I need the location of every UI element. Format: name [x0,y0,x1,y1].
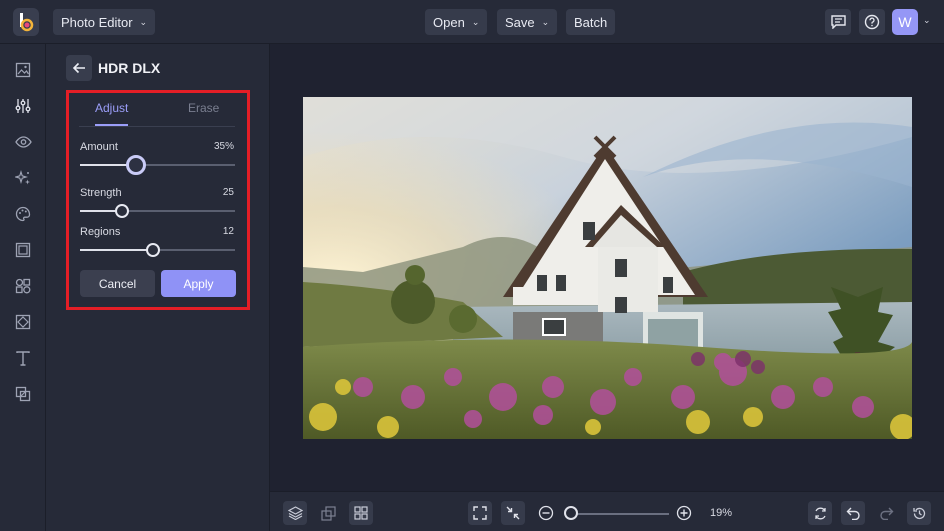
strength-value: 25 [222,187,234,198]
photo[interactable] [303,97,912,439]
zoom-level: 19% [710,507,733,519]
tab-divider [79,126,235,127]
strength-slider[interactable] [80,204,235,218]
app-menu-label: Photo Editor [61,14,133,30]
batch-button[interactable]: Batch [566,9,616,35]
canvas-area [270,44,944,491]
amount-value: 35% [213,141,234,152]
frame-icon[interactable] [11,238,35,262]
sliders-icon[interactable] [11,94,35,118]
history-button[interactable] [907,501,931,525]
history-icon [912,507,925,519]
shapes-icon[interactable] [11,274,35,298]
tab-active-indicator [95,124,128,126]
grid-icon [354,506,368,520]
layers-icon [287,506,303,520]
arrow-left-icon [72,62,85,74]
compare-icon [320,505,336,521]
chevron-down-icon[interactable]: ⌄ [923,15,931,26]
zoom-slider[interactable] [569,513,669,515]
shrink-icon [506,506,520,520]
feedback-button[interactable] [825,9,851,35]
tool-rail [0,44,46,531]
open-label: Open [433,14,465,30]
zoom-in-button[interactable] [674,503,694,523]
app-menu-button[interactable]: Photo Editor ⌄ [53,9,156,35]
tab-adjust[interactable]: Adjust [95,101,128,115]
layers-button[interactable] [283,501,307,525]
strength-label: Strength [80,187,122,199]
cancel-button[interactable]: Cancel [80,270,155,297]
amount-label: Amount [80,141,118,153]
apply-button[interactable]: Apply [161,270,236,297]
actual-size-button[interactable] [501,501,525,525]
regions-slider-thumb[interactable] [145,243,160,257]
redo-icon [879,507,893,520]
expand-icon [473,506,487,520]
amount-slider[interactable] [80,155,235,175]
text-icon[interactable] [11,346,35,370]
regions-slider[interactable] [80,243,235,257]
overlay-icon[interactable] [11,382,35,406]
redo-button[interactable] [874,501,898,525]
sparkle-icon[interactable] [11,166,35,190]
save-label: Save [505,14,535,30]
texture-icon[interactable] [11,310,35,334]
regions-value: 12 [222,226,234,237]
comment-icon [830,15,846,29]
grid-button[interactable] [349,501,373,525]
zoom-out-button[interactable] [536,503,556,523]
avatar[interactable]: W [892,9,918,35]
regions-slider-fill [80,249,153,251]
open-button[interactable]: Open ⌄ [425,9,488,35]
save-button[interactable]: Save ⌄ [497,9,558,35]
help-icon [864,14,880,30]
palette-icon[interactable] [11,202,35,226]
top-bar: Photo Editor ⌄ Open ⌄ Save ⌄ Batch W ⌄ [0,0,944,44]
amount-slider-thumb[interactable] [125,155,146,175]
chevron-down-icon: ⌄ [541,16,550,27]
chevron-down-icon: ⌄ [139,16,148,27]
plus-circle-icon [676,505,692,521]
chevron-down-icon: ⌄ [471,16,480,27]
regions-label: Regions [80,226,121,238]
help-button[interactable] [859,9,885,35]
undo-button[interactable] [841,501,865,525]
hdr-panel: HDR DLX Adjust Erase Amount 35% Strength… [46,44,270,531]
rotate-button[interactable] [808,501,832,525]
logo-icon[interactable] [13,8,39,36]
eye-icon[interactable] [11,130,35,154]
compare-button[interactable] [316,501,340,525]
minus-circle-icon [538,505,554,521]
zoom-slider-thumb[interactable] [564,506,578,520]
panel-title: HDR DLX [98,60,161,76]
batch-label: Batch [574,14,608,30]
fit-screen-button[interactable] [468,501,492,525]
refresh-icon [814,507,826,519]
bottom-toolbar: 19% [270,491,944,531]
strength-slider-thumb[interactable] [114,204,129,218]
tab-erase[interactable]: Erase [188,101,219,115]
image-icon[interactable] [11,58,35,82]
undo-icon [846,507,860,520]
back-button[interactable] [66,55,92,81]
